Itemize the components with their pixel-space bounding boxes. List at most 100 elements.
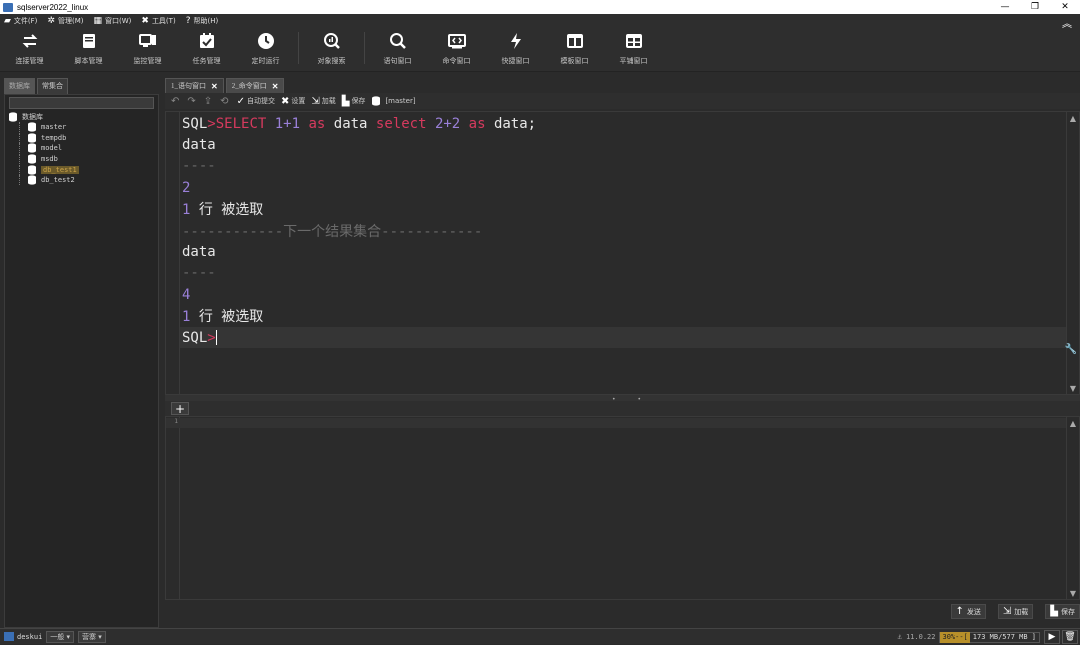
- template-window-button[interactable]: 模板窗口: [545, 28, 604, 68]
- tab-database[interactable]: 数据库: [4, 78, 35, 94]
- line-code: 4: [180, 287, 190, 303]
- current-database[interactable]: [master]: [371, 96, 416, 106]
- menu-file[interactable]: ▰ 文件(F): [4, 16, 37, 26]
- menu-manage[interactable]: ✲ 管理(M): [47, 16, 83, 26]
- code-token: SQL: [182, 115, 208, 132]
- quick-window-button[interactable]: 快捷窗口: [486, 28, 545, 68]
- template-icon: [566, 34, 583, 48]
- play-icon: ▶: [1048, 632, 1056, 642]
- restore-icon[interactable]: ❐: [1020, 0, 1050, 14]
- database-icon: [28, 154, 36, 164]
- editor-line[interactable]: 3----: [166, 156, 1066, 177]
- panel-tabs: 数据库 常集合: [4, 78, 159, 94]
- object-search-button[interactable]: 对象搜索: [302, 28, 361, 68]
- close-tab-icon[interactable]: ✕: [211, 82, 218, 91]
- bottom-load-button[interactable]: ⇲ 加载: [997, 604, 1034, 619]
- editor-line[interactable]: 11SQL>: [166, 327, 1066, 349]
- code-token: data: [333, 115, 376, 132]
- scroll-up-icon[interactable]: ▲: [1067, 112, 1079, 124]
- add-button[interactable]: +: [171, 402, 189, 416]
- version-label: ⚓ 11.0.22: [897, 633, 936, 641]
- tree-filter-input[interactable]: [9, 97, 154, 109]
- command-window-button[interactable]: 命令窗口: [427, 28, 486, 68]
- line-code: SQL>: [180, 330, 217, 346]
- editor-line[interactable]: 101 行 被选取: [166, 306, 1066, 327]
- save-button[interactable]: ▙ 保存: [342, 96, 366, 107]
- save-icon: ▙: [341, 95, 350, 107]
- tab-statement-window[interactable]: 1_语句窗口 ✕: [165, 78, 224, 93]
- tree-item-db-test2[interactable]: db_test2: [5, 175, 158, 186]
- code-token: data;: [493, 115, 537, 132]
- help-icon: ?: [185, 16, 191, 26]
- close-icon[interactable]: ✕: [1050, 0, 1080, 14]
- undo-button[interactable]: ↶: [171, 96, 181, 107]
- line-gutter: [166, 112, 180, 394]
- editor-line[interactable]: 1SQL>SELECT 1+1 as data select 2+2 as da…: [166, 113, 1066, 134]
- command-editor[interactable]: 11SQL>101 行 被选取948----7data6------------…: [165, 111, 1080, 395]
- code-token: ----: [182, 265, 216, 282]
- scroll-down-icon[interactable]: ▼: [1067, 587, 1079, 599]
- save-icon: ▙: [1050, 606, 1058, 617]
- monitor-icon: [138, 34, 156, 47]
- database-icon: [9, 112, 17, 122]
- app-icon: [3, 2, 13, 12]
- database-tree: 数据库 master tempdb model msdb db_test1 db…: [4, 94, 159, 628]
- bottom-save-button[interactable]: ▙ 保存: [1045, 604, 1080, 619]
- commit-button[interactable]: ⇪: [204, 96, 214, 107]
- line-gutter: [166, 417, 180, 599]
- tree-item-db-test1[interactable]: db_test1: [5, 164, 158, 175]
- editor-line[interactable]: 51 行 被选取: [166, 199, 1066, 220]
- clear-button[interactable]: 🗑: [1062, 630, 1078, 644]
- tab-command-window[interactable]: 2_命令窗口 ✕: [225, 78, 285, 93]
- code-token: 4: [182, 286, 191, 303]
- tile-window-button[interactable]: 平铺窗口: [604, 28, 663, 68]
- tab-collection[interactable]: 常集合: [37, 78, 68, 94]
- plan-select[interactable]: 营寨 ▾: [78, 630, 106, 643]
- send-button[interactable]: ↑ 发送: [950, 604, 986, 619]
- settings-button[interactable]: ✖ 设置: [281, 96, 305, 107]
- editor-line[interactable]: 2data: [166, 134, 1066, 155]
- editor-line[interactable]: 6------------下一个结果集合------------: [166, 220, 1066, 241]
- script-manage-button[interactable]: 脚本管理: [59, 28, 118, 68]
- editor-line[interactable]: 8----: [166, 263, 1066, 284]
- editor-line[interactable]: 42: [166, 177, 1066, 198]
- minimize-icon[interactable]: —: [990, 0, 1020, 14]
- menu-tools[interactable]: ✖ 工具(T): [141, 16, 175, 26]
- task-icon: [199, 33, 214, 48]
- scroll-down-icon[interactable]: ▼: [1067, 382, 1079, 394]
- editor-line[interactable]: 94: [166, 284, 1066, 305]
- monitor-manage-button[interactable]: 监控管理: [118, 28, 177, 68]
- database-icon: [28, 175, 36, 185]
- menu-help[interactable]: ? 帮助(H): [186, 16, 219, 26]
- tree-root[interactable]: 数据库: [5, 112, 158, 122]
- task-manage-button[interactable]: 任务管理: [177, 28, 236, 68]
- menu-window[interactable]: ▦ 窗口(W): [93, 16, 131, 26]
- rollback-button[interactable]: ⟲: [220, 96, 230, 107]
- line-code: 2: [180, 180, 190, 196]
- text-caret: [215, 330, 217, 346]
- statement-window-button[interactable]: 语句窗口: [368, 28, 427, 68]
- tree-item-msdb[interactable]: msdb: [5, 154, 158, 165]
- mode-select[interactable]: 一般 ▾: [46, 630, 75, 643]
- output-scrollbar[interactable]: ▲ ▼: [1066, 417, 1079, 599]
- connect-manage-button[interactable]: 连接管理: [0, 28, 59, 68]
- editor-line[interactable]: 7data: [166, 241, 1066, 262]
- load-icon: ⇲: [1002, 606, 1012, 617]
- tree-item-master[interactable]: master: [5, 122, 158, 133]
- close-tab-icon[interactable]: ✕: [272, 82, 279, 91]
- code-token: 2: [182, 179, 191, 196]
- wrench-icon[interactable]: 🔧: [1065, 344, 1077, 355]
- database-icon: [28, 165, 36, 175]
- scheduled-run-button[interactable]: 定时运行: [236, 28, 295, 68]
- output-pane[interactable]: 1 ▲ ▼: [165, 416, 1080, 600]
- autocommit-checkbox[interactable]: ✓ 自动提交: [237, 96, 275, 107]
- load-button[interactable]: ⇲ 加载: [311, 96, 335, 107]
- upload-icon: ⇪: [203, 95, 213, 107]
- scroll-up-icon[interactable]: ▲: [1067, 417, 1079, 429]
- lightning-icon: [510, 33, 521, 49]
- redo-button[interactable]: ↷: [187, 96, 197, 107]
- clock-icon: [257, 33, 274, 49]
- run-button[interactable]: ▶: [1044, 630, 1060, 644]
- tree-item-tempdb[interactable]: tempdb: [5, 132, 158, 144]
- tree-item-model[interactable]: model: [5, 143, 158, 154]
